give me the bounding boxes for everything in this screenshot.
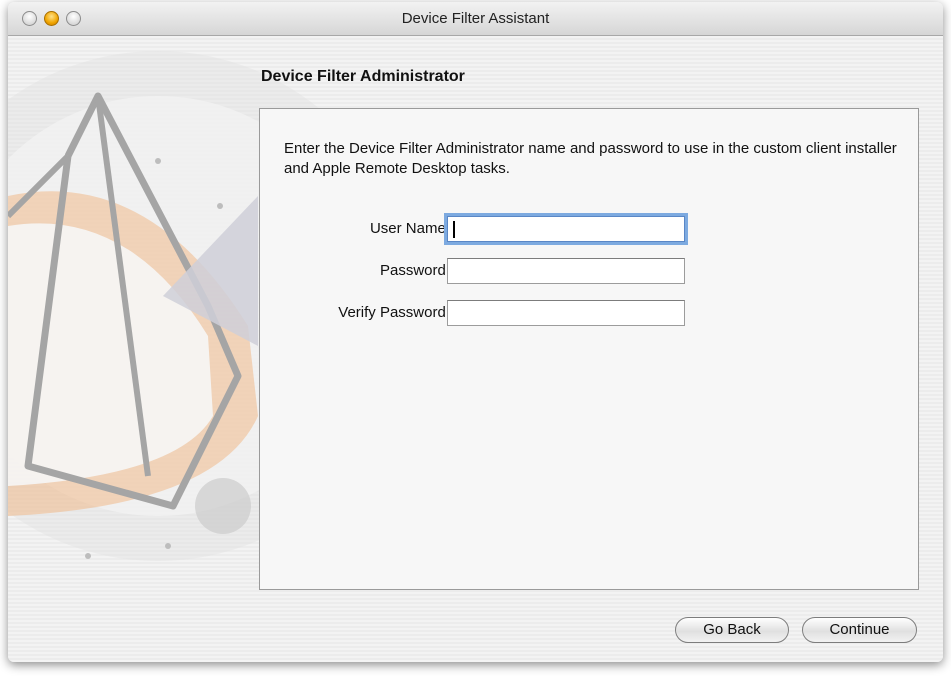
- go-back-button[interactable]: Go Back: [675, 617, 789, 643]
- text-caret: [453, 221, 455, 238]
- title-bar: Device Filter Assistant: [8, 2, 943, 36]
- art-dot: [85, 553, 91, 559]
- continue-button[interactable]: Continue: [802, 617, 917, 643]
- page-heading: Device Filter Administrator: [261, 68, 465, 85]
- verify-password-row: Verify Password:: [260, 300, 700, 326]
- verify-password-label: Verify Password:: [338, 304, 450, 321]
- art-dot: [165, 543, 171, 549]
- art-dot: [217, 203, 223, 209]
- password-label: Password:: [379, 262, 450, 279]
- assistant-window: Device Filter Assistant Device Filter Ad…: [8, 2, 943, 662]
- verify-password-input[interactable]: [447, 300, 685, 326]
- user-name-input[interactable]: [447, 216, 685, 242]
- window-title: Device Filter Assistant: [401, 10, 550, 27]
- user-name-row: User Name:: [260, 216, 700, 242]
- password-input[interactable]: [447, 258, 685, 284]
- password-row: Password:: [260, 258, 700, 284]
- art-apple-shape: [195, 478, 251, 534]
- content-panel: Enter the Device Filter Administrator na…: [259, 108, 919, 590]
- description-text: Enter the Device Filter Administrator na…: [284, 140, 897, 177]
- art-dot: [155, 158, 161, 164]
- user-name-label: User Name:: [369, 220, 450, 237]
